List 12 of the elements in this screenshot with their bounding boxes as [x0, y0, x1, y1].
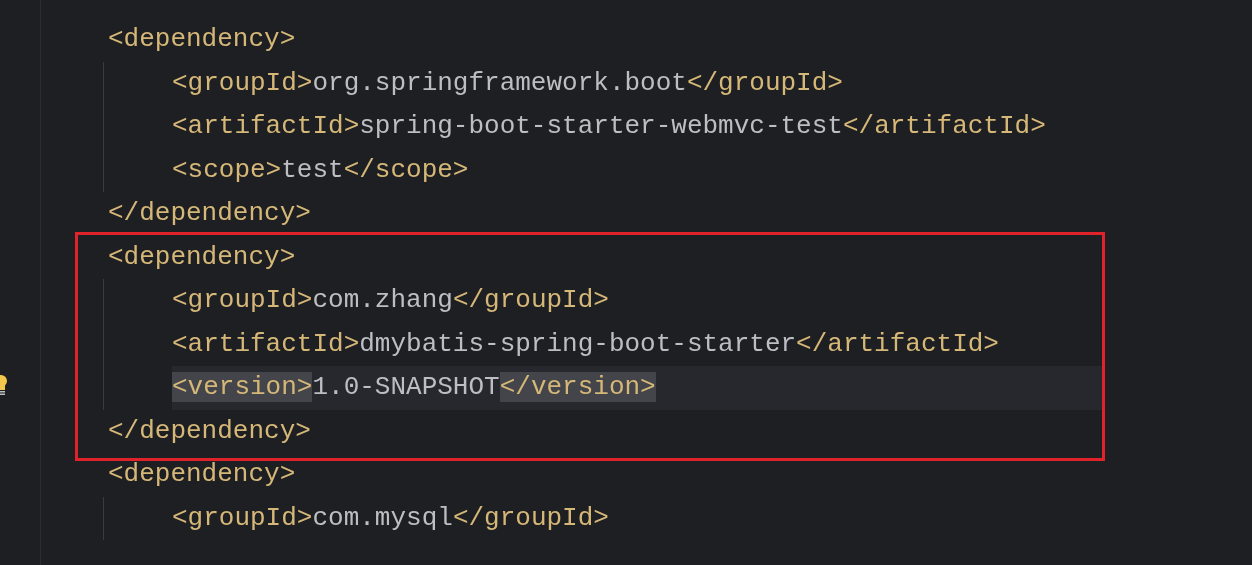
code-line: <dependency>: [108, 459, 296, 489]
code-line: <groupId>org.springframework.boot</groupId>: [172, 67, 843, 98]
code-line: <artifactId>dmybatis-spring-boot-starter</artifactId>: [172, 328, 999, 359]
code-line: <groupId>com.zhang</groupId>: [172, 285, 609, 315]
code-line: <artifactId>spring-boot-starter-webmvc-test</artifactId>: [172, 111, 1046, 141]
code-line: <groupId>com.mysql</groupId>: [172, 502, 609, 533]
code-line: </dependency>: [108, 415, 311, 446]
code-line: </dependency>: [108, 198, 311, 228]
code-line: <version>1.0-SNAPSHOT</version>: [172, 372, 656, 402]
code-line: <dependency>: [108, 241, 296, 272]
code-line: <scope>test</scope>: [172, 154, 469, 185]
code-line: <dependency>: [108, 24, 296, 54]
